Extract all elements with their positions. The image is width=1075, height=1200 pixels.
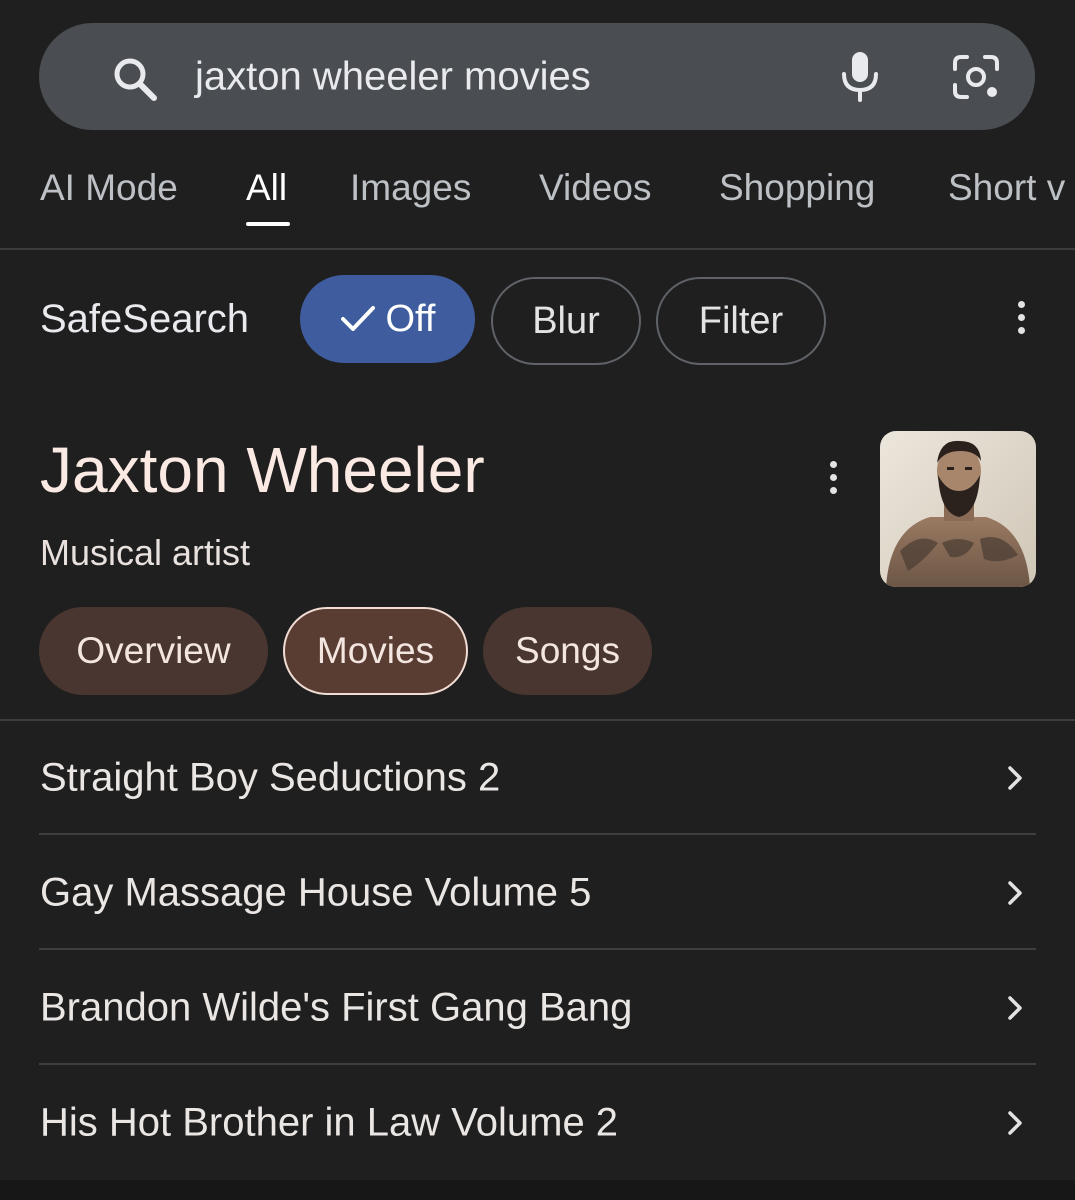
list-item[interactable]: Brandon Wilde's First Gang Bang <box>39 951 1036 1065</box>
safesearch-blur-label: Blur <box>532 299 600 342</box>
search-query[interactable]: jaxton wheeler movies <box>195 54 591 99</box>
chevron-right-icon <box>1008 1111 1022 1135</box>
entity-chip-overview[interactable]: Overview <box>39 607 268 695</box>
entity-subtitle: Musical artist <box>40 532 251 573</box>
list-item[interactable]: Straight Boy Seductions 2 <box>39 721 1036 835</box>
safesearch-filter-label: Filter <box>698 299 784 342</box>
tab-videos[interactable]: Videos <box>539 167 651 209</box>
search-tabs: AI Mode All Images Videos Shopping Short… <box>0 145 1075 250</box>
chevron-right-icon <box>1008 881 1022 905</box>
active-tab-indicator <box>246 222 290 226</box>
safesearch-blur-chip[interactable]: Blur <box>491 277 641 365</box>
tab-shopping[interactable]: Shopping <box>719 167 875 209</box>
list-item[interactable]: His Hot Brother in Law Volume 2 <box>39 1066 1036 1180</box>
movie-title: Brandon Wilde's First Gang Bang <box>40 985 633 1030</box>
search-icon[interactable] <box>111 55 159 103</box>
more-options-icon[interactable] <box>1016 301 1026 334</box>
chevron-right-icon <box>1008 766 1022 790</box>
chevron-right-icon <box>1008 996 1022 1020</box>
entity-more-options-icon[interactable] <box>828 461 838 494</box>
tab-images[interactable]: Images <box>350 167 471 209</box>
movie-title: His Hot Brother in Law Volume 2 <box>40 1100 619 1145</box>
list-divider <box>39 1063 1036 1065</box>
movie-title: Straight Boy Seductions 2 <box>40 755 501 800</box>
checkmark-icon <box>340 306 375 331</box>
tab-all[interactable]: All <box>246 167 287 209</box>
search-bar[interactable]: jaxton wheeler movies <box>39 23 1035 130</box>
entity-chip-songs-label: Songs <box>515 630 620 671</box>
entity-title: Jaxton Wheeler <box>40 434 485 506</box>
tab-short-videos[interactable]: Short v <box>948 167 1065 209</box>
safesearch-off-label: Off <box>385 297 436 340</box>
safesearch-filter-chip[interactable]: Filter <box>656 277 826 365</box>
camera-lens-icon[interactable] <box>951 53 1001 101</box>
entity-chip-overview-label: Overview <box>76 630 231 671</box>
bearded-man-portrait-icon <box>880 431 1036 587</box>
search-results-page: jaxton wheeler movies AI Mode All Images… <box>0 0 1075 1200</box>
entity-chip-movies[interactable]: Movies <box>283 607 468 695</box>
microphone-icon[interactable] <box>839 50 881 102</box>
entity-chip-songs[interactable]: Songs <box>483 607 652 695</box>
bottom-edge <box>0 1180 1075 1200</box>
list-item[interactable]: Gay Massage House Volume 5 <box>39 836 1036 950</box>
safesearch-label: SafeSearch <box>40 297 250 341</box>
list-divider <box>39 948 1036 950</box>
movie-title: Gay Massage House Volume 5 <box>40 870 592 915</box>
list-divider <box>39 833 1036 835</box>
tab-ai-mode[interactable]: AI Mode <box>40 167 178 209</box>
entity-chip-movies-label: Movies <box>316 630 435 671</box>
safesearch-off-chip[interactable]: Off <box>300 275 475 363</box>
entity-photo[interactable] <box>880 431 1036 587</box>
